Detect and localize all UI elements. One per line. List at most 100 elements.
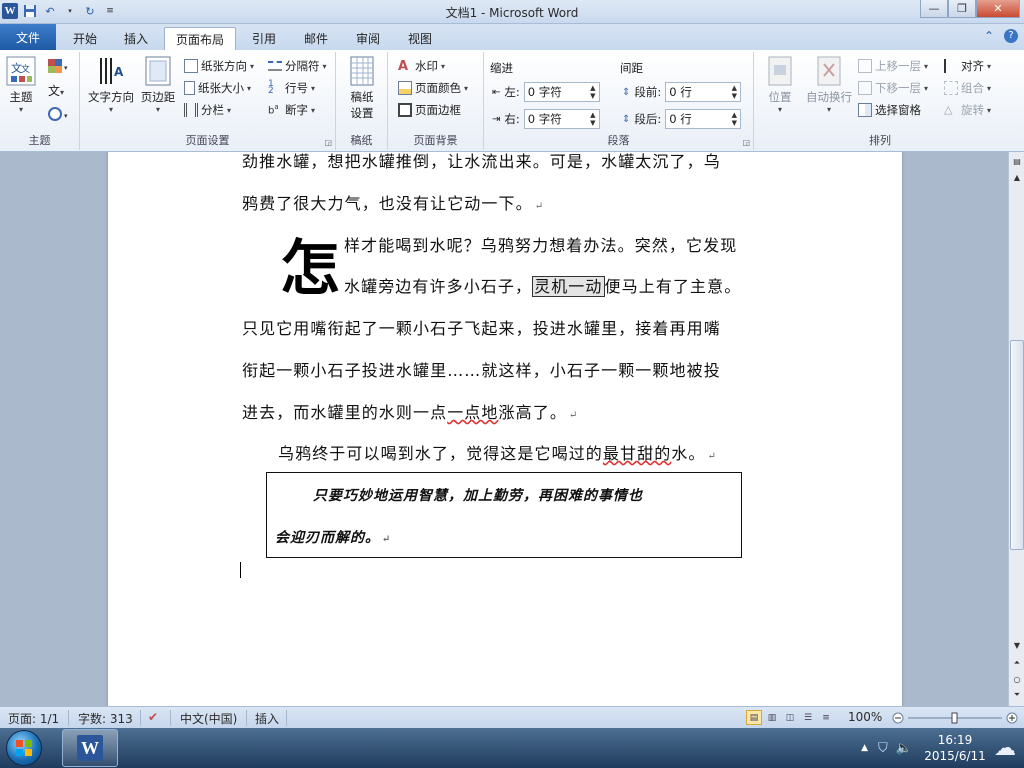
proofing-icon[interactable]: ✔ [148, 710, 158, 724]
bring-forward-icon [858, 59, 872, 73]
clock[interactable]: 16:19 2015/6/11 [920, 732, 990, 764]
action-center-icon[interactable]: ⛉ [878, 741, 888, 756]
selection-pane-icon [858, 103, 872, 117]
tab-view[interactable]: 视图 [398, 27, 442, 50]
volume-icon[interactable]: 🔈 [896, 741, 912, 756]
indent-right-input[interactable]: 0 字符 ▲ ▼ [523, 109, 600, 129]
tab-review[interactable]: 审阅 [346, 27, 390, 50]
bring-forward-button[interactable]: 上移一层 ▾ [858, 58, 928, 74]
themes-button[interactable]: 文文 主题 ▾ [6, 56, 36, 114]
language-indicator[interactable]: 中文(中国) [180, 710, 237, 727]
tab-page-layout[interactable]: 页面布局 [164, 27, 236, 50]
tab-home[interactable]: 开始 [62, 27, 108, 50]
print-layout-view-icon[interactable]: ▤ [746, 710, 762, 725]
zoom-slider[interactable] [892, 712, 1018, 724]
text-direction-button[interactable]: A 文字方向 ▾ [86, 56, 136, 114]
text-line-7[interactable]: 进去，而水罐里的水则一点一点地涨高了。 ↵ [242, 399, 578, 423]
text-line-2[interactable]: 鸦费了很大力气，也没有让它动一下。 ↵ [242, 190, 544, 214]
insert-mode[interactable]: 插入 [255, 710, 279, 727]
page-setup-dialog-launcher-icon[interactable]: ◲ [324, 138, 332, 147]
minimize-button[interactable]: — [920, 0, 948, 18]
zoom-level[interactable]: 100% [848, 710, 882, 724]
columns-button[interactable]: 分栏 ▾ [184, 102, 231, 118]
breaks-button[interactable]: 分隔符 ▾ [268, 58, 327, 74]
indent-left-icon: ⇤ [492, 86, 501, 98]
send-backward-button[interactable]: 下移一层 ▾ [858, 80, 928, 96]
text-line-6[interactable]: 衔起一颗小石子投进水罐里……就这样，小石子一颗一颗地被投 [242, 357, 721, 381]
themes-group-label: 主题 [28, 134, 51, 147]
group-button[interactable]: 组合 ▾ [944, 80, 991, 96]
text-line-5[interactable]: 只见它用嘴衔起了一颗小石子飞起来，投进水罐里，接着再用嘴 [242, 315, 721, 339]
previous-page-icon[interactable]: ⏶ [1009, 656, 1024, 670]
tab-insert[interactable]: 插入 [114, 27, 158, 50]
text-line-3[interactable]: 样才能喝到水呢？乌鸦努力想着办法。突然，它发现 [344, 232, 737, 256]
hyphenation-button[interactable]: ba 断字 ▾ [268, 102, 315, 118]
show-hidden-icons-icon[interactable]: ▲ [861, 743, 868, 753]
text-box[interactable]: 只要巧妙地运用智慧，加上勤劳，再困难的事情也 会迎刃而解的。 ↵ [266, 472, 742, 558]
scroll-up-icon[interactable]: ▲ [1009, 170, 1024, 184]
manuscript-settings-button[interactable]: 稿纸 设置 [342, 56, 382, 121]
minimize-ribbon-icon[interactable]: ⌃ [984, 29, 994, 43]
line-numbers-button[interactable]: 1 2 行号 ▾ [268, 80, 315, 96]
word-count[interactable]: 字数: 313 [78, 710, 133, 727]
windows-logo-icon [16, 740, 32, 756]
group-themes: 文文 主题 ▾ ▾ 文▾ ▾ 主题 [0, 52, 80, 150]
document-area[interactable]: 劲推水罐，想把水罐推倒，让水流出来。可是，水罐太沉了，乌 鸦费了很大力气，也没有… [0, 152, 1008, 706]
document-page[interactable]: 劲推水罐，想把水罐推倒，让水流出来。可是，水罐太沉了，乌 鸦费了很大力气，也没有… [108, 152, 902, 706]
wrap-text-button[interactable]: 自动换行 ▾ [802, 56, 856, 114]
weather-icon[interactable]: ☁ [994, 736, 1016, 761]
scroll-thumb[interactable] [1010, 340, 1024, 550]
system-tray: ▲ ⛉ 🔈 16:19 2015/6/11 ☁ [861, 728, 1024, 768]
group-page-background: A 水印 ▾ 页面颜色 ▾ 页面边框 页面背景 [388, 52, 484, 150]
start-button[interactable] [6, 730, 42, 766]
page-color-button[interactable]: 页面颜色 ▾ [398, 80, 468, 96]
scroll-down-icon[interactable]: ▼ [1009, 638, 1024, 652]
watermark-button[interactable]: A 水印 ▾ [398, 58, 445, 74]
text-direction-icon: A [100, 58, 124, 84]
full-screen-reading-view-icon[interactable]: ▥ [764, 710, 780, 725]
tab-references[interactable]: 引用 [242, 27, 286, 50]
spacing-after-input[interactable]: 0 行 ▲ ▼ [665, 109, 742, 129]
restore-button[interactable]: ❐ [948, 0, 976, 18]
text-box-line-2[interactable]: 会迎刃而解的。 ↵ [275, 527, 391, 547]
indent-left-input[interactable]: 0 字符 ▲ ▼ [523, 82, 600, 102]
rotate-icon: △ [944, 103, 953, 116]
selection-pane-button[interactable]: 选择窗格 [858, 102, 921, 118]
manuscript-group-label: 稿纸 [350, 134, 373, 147]
margins-button[interactable]: 页边距 ▾ [138, 56, 178, 114]
text-box-line-1[interactable]: 只要巧妙地运用智慧，加上勤劳，再困难的事情也 [313, 485, 643, 505]
tab-mailings[interactable]: 邮件 [294, 27, 338, 50]
theme-effects-icon[interactable]: ▾ [48, 106, 70, 122]
page-background-group-label: 页面背景 [413, 134, 458, 147]
ruler-toggle-icon[interactable]: ▤ [1009, 154, 1024, 168]
spacing-before-input[interactable]: 0 行 ▲ ▼ [665, 82, 742, 102]
highlighted-text[interactable]: 灵机一动 [532, 276, 605, 297]
text-line-8[interactable]: 乌鸦终于可以喝到水了，觉得这是它喝过的最甘甜的水。 ↵ [278, 440, 717, 464]
help-icon[interactable]: ? [1004, 29, 1018, 43]
taskbar-word-button[interactable]: W [62, 729, 118, 767]
status-bar: 页面: 1/1 字数: 313 ✔ 中文(中国) 插入 ▤ ▥ ◫ ☰ ≡ 10… [0, 706, 1024, 728]
close-button[interactable]: ✕ [976, 0, 1020, 18]
send-backward-icon [858, 81, 872, 95]
theme-colors-icon[interactable]: ▾ [48, 58, 70, 74]
position-button[interactable]: 位置 ▾ [760, 56, 800, 114]
orientation-button[interactable]: 纸张方向 ▾ [184, 58, 254, 74]
web-layout-view-icon[interactable]: ◫ [782, 710, 798, 725]
group-icon [944, 81, 958, 95]
size-button[interactable]: 纸张大小 ▾ [184, 80, 251, 96]
vertical-scrollbar[interactable]: ▤ ▲ ▼ ⏶ ○ ⏷ [1008, 152, 1024, 706]
tab-file[interactable]: 文件 [0, 24, 56, 50]
text-line-1[interactable]: 劲推水罐，想把水罐推倒，让水流出来。可是，水罐太沉了，乌 [242, 152, 721, 172]
page-count[interactable]: 页面: 1/1 [8, 710, 59, 727]
outline-view-icon[interactable]: ☰ [800, 710, 816, 725]
drop-cap[interactable]: 怎 [280, 220, 340, 307]
draft-view-icon[interactable]: ≡ [818, 710, 834, 725]
page-borders-button[interactable]: 页面边框 [398, 102, 461, 118]
theme-fonts-icon[interactable]: 文▾ [48, 82, 70, 98]
text-line-4[interactable]: 水罐旁边有许多小石子， 灵机一动 便马上有了主意。 [344, 273, 741, 297]
align-button[interactable]: 对齐 ▾ [944, 58, 991, 74]
next-page-icon[interactable]: ⏷ [1009, 688, 1024, 702]
browse-object-icon[interactable]: ○ [1009, 672, 1024, 686]
rotate-button[interactable]: △ 旋转 ▾ [944, 102, 991, 118]
paragraph-dialog-launcher-icon[interactable]: ◲ [742, 138, 750, 147]
